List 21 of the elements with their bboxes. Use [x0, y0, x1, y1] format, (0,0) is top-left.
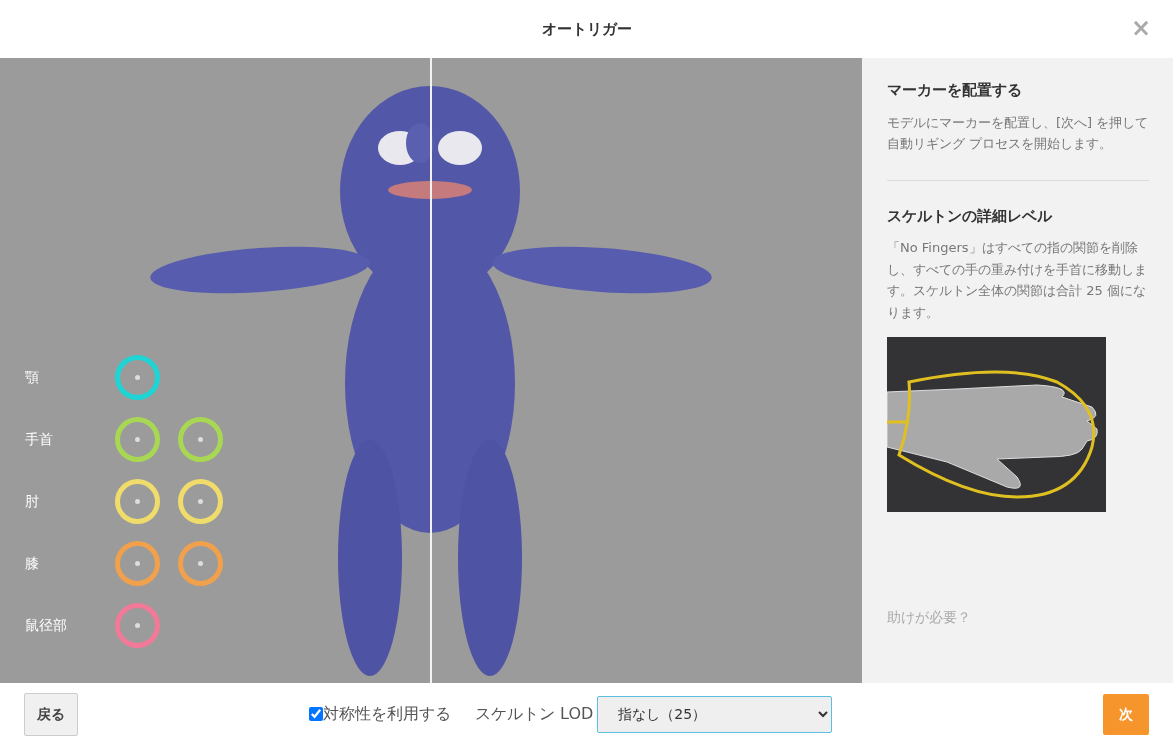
symmetry-label[interactable]: 対称性を利用する [323, 702, 451, 726]
lod-dropdown[interactable]: 指なし（25） [597, 695, 833, 733]
section-title: マーカーを配置する [887, 81, 1023, 100]
section-text: モデルにマーカーを配置し、[次へ] を押して自動リギング プロセスを開始します。 [887, 113, 1149, 154]
section-title: スケルトンの詳細レベル [887, 206, 1053, 226]
marker-ring[interactable] [115, 354, 160, 400]
symmetry-checkbox[interactable] [309, 707, 323, 721]
marker-label: 肘 [25, 491, 40, 511]
back-button[interactable]: 戻る [24, 692, 78, 736]
marker-ring[interactable] [178, 416, 223, 462]
marker-label: 膝 [25, 553, 40, 573]
lod-label: スケルトン LOD [475, 703, 594, 725]
marker-ring[interactable] [115, 540, 160, 586]
section-text: 「No Fingers」はすべての指の関節を削除し、すべての手の重み付けを手首に移動します。スケルトン全体の関節は合計 25 個になります。 [887, 239, 1148, 322]
marker-label: 手首 [25, 429, 54, 449]
dialog-title: オートリガー [541, 18, 632, 40]
marker-label: 鼠径部 [25, 615, 68, 635]
marker-ring[interactable] [178, 540, 223, 586]
marker-ring[interactable] [115, 602, 160, 648]
marker-label: 顎 [25, 367, 40, 387]
marker-ring[interactable] [115, 416, 160, 462]
